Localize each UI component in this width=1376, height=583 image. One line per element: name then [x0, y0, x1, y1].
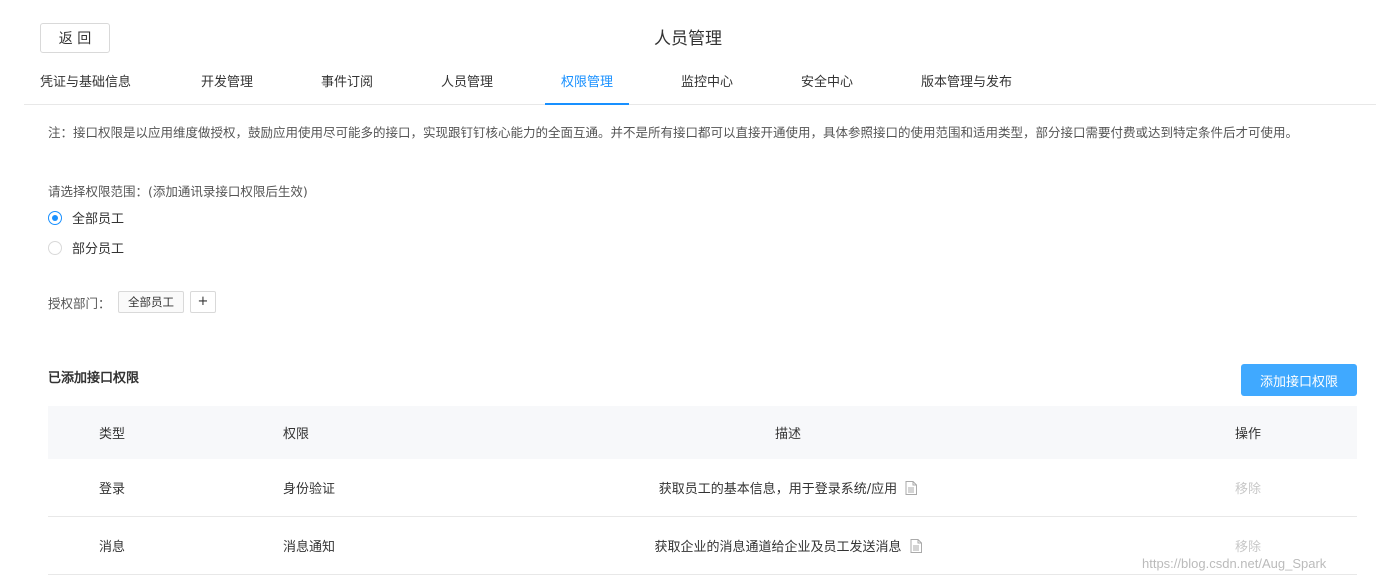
scope-option-label: 部分员工	[72, 242, 125, 257]
document-icon[interactable]	[910, 538, 922, 553]
tab-security[interactable]: 安全中心	[801, 62, 853, 104]
department-tag[interactable]: 全部员工	[118, 291, 184, 313]
table-header: 类型 权限 描述 操作	[48, 406, 1357, 459]
section-title: 已添加接口权限	[48, 371, 140, 386]
tab-events[interactable]: 事件订阅	[321, 62, 373, 104]
tab-monitoring[interactable]: 监控中心	[681, 62, 733, 104]
column-header-permission: 权限	[283, 427, 310, 442]
row-description: 获取员工的基本信息，用于登录系统/应用	[468, 459, 1108, 516]
radio-checked-icon[interactable]	[48, 210, 62, 225]
row-permission: 身份验证	[283, 482, 336, 497]
scope-option-all[interactable]: 全部员工	[48, 208, 124, 227]
permissions-table: 类型 权限 描述 操作 登录 身份验证 获取员工的基本信息，用于登录系统/应用 …	[48, 406, 1357, 575]
row-type: 消息	[99, 540, 126, 555]
department-label: 授权部门：	[48, 296, 111, 311]
scope-option-partial[interactable]: 部分员工	[48, 238, 124, 257]
row-type: 登录	[99, 482, 126, 497]
add-department-button[interactable]: +	[190, 291, 216, 313]
tab-versions[interactable]: 版本管理与发布	[921, 62, 1012, 104]
radio-unchecked-icon[interactable]	[48, 240, 62, 255]
tab-permissions[interactable]: 权限管理	[544, 62, 630, 105]
column-header-description: 描述	[774, 427, 801, 442]
tab-credentials[interactable]: 凭证与基础信息	[40, 62, 131, 104]
row-description-text: 获取企业的消息通道给企业及员工发送消息	[654, 540, 902, 555]
tab-bar: 凭证与基础信息 开发管理 事件订阅 人员管理 权限管理 监控中心 安全中心 版本…	[24, 62, 1376, 105]
column-header-type: 类型	[99, 427, 126, 442]
row-description: 获取企业的消息通道给企业及员工发送消息	[468, 517, 1108, 574]
remove-button[interactable]: 移除	[1208, 459, 1288, 516]
add-permission-button[interactable]: 添加接口权限	[1241, 364, 1357, 396]
document-icon[interactable]	[905, 480, 918, 495]
tab-development[interactable]: 开发管理	[201, 62, 253, 104]
row-description-text: 获取员工的基本信息，用于登录系统/应用	[658, 482, 898, 497]
row-permission: 消息通知	[283, 540, 336, 555]
watermark: https://blog.csdn.net/Aug_Spark	[1142, 556, 1327, 571]
tab-staff[interactable]: 人员管理	[441, 62, 493, 104]
permission-note: 注：接口权限是以应用维度做授权，鼓励应用使用尽可能多的接口，实现跟钉钉核心能力的…	[48, 125, 1299, 140]
scope-option-label: 全部员工	[72, 212, 125, 227]
column-header-action: 操作	[1234, 427, 1261, 442]
table-row: 登录 身份验证 获取员工的基本信息，用于登录系统/应用 移除	[48, 459, 1357, 517]
page-title: 人员管理	[654, 29, 722, 49]
scope-label: 请选择权限范围：(添加通讯录接口权限后生效)	[48, 184, 308, 199]
